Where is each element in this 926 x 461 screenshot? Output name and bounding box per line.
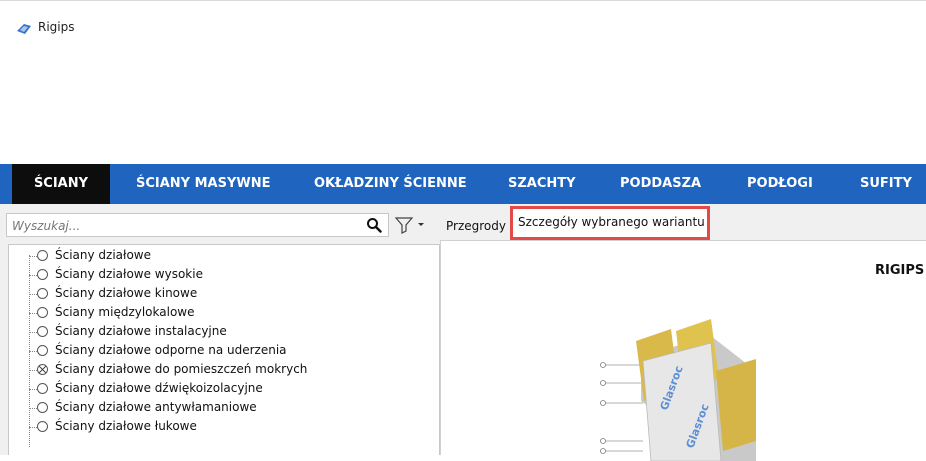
tree-item-label: Ściany międzylokalowe xyxy=(55,305,195,319)
app-title: Rigips xyxy=(38,20,75,34)
tree-item-label: Ściany działowe łukowe xyxy=(55,419,197,433)
wall-type-tree: Ściany działowe Ściany działowe wysokie … xyxy=(8,244,440,455)
radio-button[interactable] xyxy=(37,307,48,318)
radio-button[interactable] xyxy=(37,326,48,337)
tree-item[interactable]: Ściany działowe dźwiękoizolacyjne xyxy=(29,380,429,399)
tree-item[interactable]: Ściany działowe kinowe xyxy=(29,285,429,304)
tree-item-label: Ściany działowe odporne na uderzenia xyxy=(55,343,287,357)
tree-item-label: Ściany działowe kinowe xyxy=(55,286,198,300)
search-input[interactable] xyxy=(10,216,354,236)
right-panel: Przegrody RIGIPS Glasroc Glasroc Szczegó… xyxy=(440,204,926,461)
radio-button[interactable] xyxy=(37,421,48,432)
tree-item[interactable]: Ściany działowe łukowe xyxy=(29,418,429,437)
nav-item-okladziny-scienne[interactable]: OKŁADZINY ŚCIENNE xyxy=(314,164,467,204)
tree-item-selected[interactable]: Ściany działowe do pomieszczeń mokrych xyxy=(29,361,429,380)
variant-details-pane: RIGIPS Glasroc Glasroc xyxy=(440,240,926,461)
nav-item-sciany-masywne[interactable]: ŚCIANY MASYWNE xyxy=(136,164,271,204)
tree-item-label: Ściany działowe xyxy=(55,248,151,262)
search-icon[interactable] xyxy=(366,217,382,233)
radio-button[interactable] xyxy=(37,250,48,261)
tree-item-label: Ściany działowe instalacyjne xyxy=(55,324,227,338)
main-nav-bar: ŚCIANY ŚCIANY MASYWNE OKŁADZINY ŚCIENNE … xyxy=(0,164,926,204)
nav-item-szachty[interactable]: SZACHTY xyxy=(508,164,576,204)
nav-item-poddasza[interactable]: PODDASZA xyxy=(620,164,701,204)
tree-item-label: Ściany działowe dźwiękoizolacyjne xyxy=(55,381,263,395)
tab-przegrody[interactable]: Przegrody xyxy=(446,216,506,236)
filter-dropdown-icon[interactable] xyxy=(394,215,428,235)
radio-button-checked[interactable] xyxy=(37,364,48,375)
window-border xyxy=(0,0,926,1)
radio-button[interactable] xyxy=(37,345,48,356)
tree-item[interactable]: Ściany działowe wysokie xyxy=(29,266,429,285)
tree-item[interactable]: Ściany międzylokalowe xyxy=(29,304,429,323)
radio-button[interactable] xyxy=(37,288,48,299)
nav-item-sciany[interactable]: ŚCIANY xyxy=(12,164,110,204)
tab-variant-details[interactable]: Szczegóły wybranego wariantu xyxy=(510,206,710,240)
tree-item-label: Ściany działowe antywłamaniowe xyxy=(55,400,257,414)
search-box xyxy=(6,213,389,237)
tree-item-label: Ściany działowe wysokie xyxy=(55,267,203,281)
radio-button[interactable] xyxy=(37,383,48,394)
radio-button[interactable] xyxy=(37,402,48,413)
detail-heading: RIGIPS xyxy=(875,263,925,278)
rigips-logo-icon xyxy=(17,24,31,34)
tree-item[interactable]: Ściany działowe antywłamaniowe xyxy=(29,399,429,418)
tree-item[interactable]: Ściany działowe odporne na uderzenia xyxy=(29,342,429,361)
wall-cross-section-image: Glasroc Glasroc xyxy=(600,319,756,461)
tree-item[interactable]: Ściany działowe instalacyjne xyxy=(29,323,429,342)
title-bar: Rigips xyxy=(0,0,926,164)
left-panel: Ściany działowe Ściany działowe wysokie … xyxy=(0,204,440,455)
tab-variant-details-label: Szczegóły wybranego wariantu xyxy=(518,215,705,229)
tree-item-label: Ściany działowe do pomieszczeń mokrych xyxy=(55,362,308,376)
nav-item-podlogi[interactable]: PODŁOGI xyxy=(747,164,813,204)
tree-item[interactable]: Ściany działowe xyxy=(29,247,429,266)
radio-button[interactable] xyxy=(37,269,48,280)
nav-item-sufity[interactable]: SUFITY xyxy=(860,164,912,204)
